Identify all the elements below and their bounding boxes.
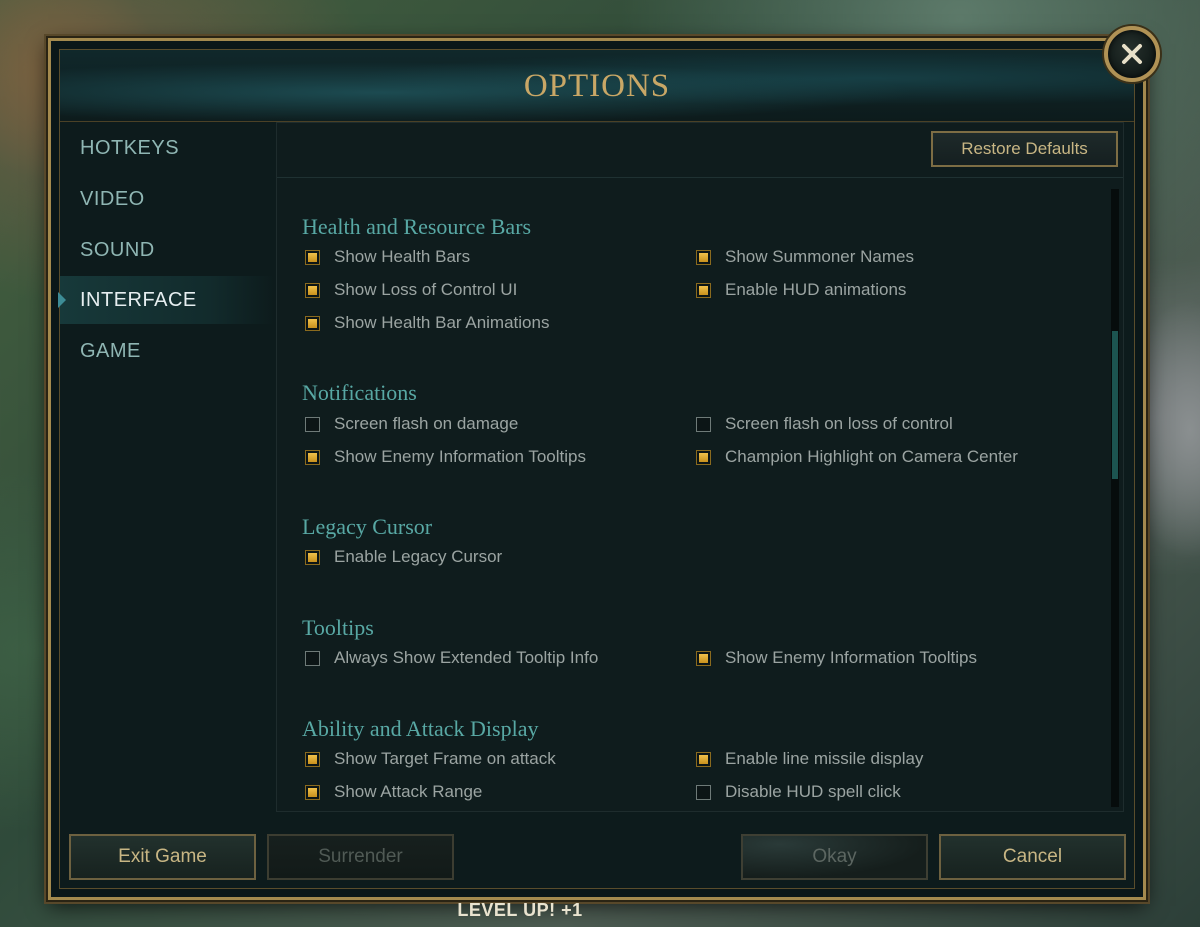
option-show-summoner-names[interactable]: Show Summoner Names [696, 245, 914, 269]
option-label: Show Health Bar Animations [334, 313, 550, 332]
okay-button[interactable]: Okay [741, 834, 928, 880]
checkbox[interactable] [696, 416, 711, 432]
option-label: Enable line missile display [725, 749, 924, 768]
level-up-indicator: LEVEL UP! +1 [457, 900, 583, 920]
option-always-show-extended-tooltip[interactable]: Always Show Extended Tooltip Info [305, 646, 598, 670]
sidebar-item-hotkeys[interactable]: HOTKEYS [60, 124, 274, 172]
checkbox[interactable] [305, 249, 320, 265]
option-show-loss-of-control-ui[interactable]: Show Loss of Control UI [305, 278, 517, 302]
option-disable-hud-spell-click[interactable]: Disable HUD spell click [696, 780, 901, 804]
sidebar-item-interface[interactable]: INTERFACE [58, 276, 274, 324]
cancel-button[interactable]: Cancel [939, 834, 1126, 880]
checkbox[interactable] [305, 751, 320, 767]
option-label: Show Target Frame on attack [334, 749, 556, 768]
option-label: Enable HUD animations [725, 280, 907, 299]
options-sidebar: HOTKEYS VIDEO SOUND INTERFACE GAME [58, 122, 274, 812]
checkbox[interactable] [696, 650, 711, 666]
section-title-health-bars: Health and Resource Bars [302, 214, 532, 239]
options-header: OPTIONS [60, 50, 1134, 122]
exit-game-button[interactable]: Exit Game [69, 834, 256, 880]
checkbox[interactable] [305, 549, 320, 565]
checkbox[interactable] [696, 282, 711, 298]
option-label: Always Show Extended Tooltip Info [334, 648, 599, 667]
arrow-right-icon [58, 292, 66, 308]
checkbox[interactable] [696, 449, 711, 465]
sidebar-item-sound[interactable]: SOUND [60, 226, 274, 274]
restore-defaults-button[interactable]: Restore Defaults [931, 131, 1118, 167]
option-champion-highlight-camera-center[interactable]: Champion Highlight on Camera Center [696, 445, 1018, 469]
surrender-button[interactable]: Surrender [267, 834, 454, 880]
section-title-legacy-cursor: Legacy Cursor [302, 514, 433, 539]
scrollbar-thumb[interactable] [1112, 331, 1118, 479]
checkbox[interactable] [305, 416, 320, 432]
option-show-target-frame-on-attack[interactable]: Show Target Frame on attack [305, 747, 556, 771]
option-screen-flash-on-loss-of-control[interactable]: Screen flash on loss of control [696, 412, 953, 436]
option-label: Champion Highlight on Camera Center [725, 447, 1018, 466]
option-label: Disable HUD spell click [725, 782, 901, 801]
section-title-notifications: Notifications [302, 380, 417, 405]
option-enable-hud-animations[interactable]: Enable HUD animations [696, 278, 906, 302]
option-enable-legacy-cursor[interactable]: Enable Legacy Cursor [305, 545, 502, 569]
checkbox[interactable] [696, 249, 711, 265]
sidebar-item-game[interactable]: GAME [60, 327, 274, 375]
option-label: Screen flash on loss of control [725, 414, 953, 433]
option-label: Enable Legacy Cursor [334, 547, 503, 566]
scrollbar[interactable] [1111, 189, 1119, 807]
divider [277, 177, 1123, 178]
option-show-health-bar-animations[interactable]: Show Health Bar Animations [305, 311, 549, 335]
option-screen-flash-on-damage[interactable]: Screen flash on damage [305, 412, 518, 436]
option-label: Show Enemy Information Tooltips [334, 447, 586, 466]
sidebar-item-label: INTERFACE [80, 289, 197, 311]
checkbox[interactable] [305, 449, 320, 465]
option-tooltips-show-enemy-information[interactable]: Show Enemy Information Tooltips [696, 646, 977, 670]
option-show-enemy-information-tooltips[interactable]: Show Enemy Information Tooltips [305, 445, 586, 469]
checkbox[interactable] [696, 784, 711, 800]
checkbox[interactable] [305, 784, 320, 800]
option-show-attack-range[interactable]: Show Attack Range [305, 780, 482, 804]
section-title-tooltips: Tooltips [302, 615, 374, 640]
option-enable-line-missile-display[interactable]: Enable line missile display [696, 747, 923, 771]
interface-settings-panel: Restore Defaults Health and Resource Bar… [276, 122, 1124, 812]
option-label: Show Summoner Names [725, 247, 914, 266]
close-button[interactable] [1104, 26, 1160, 82]
option-label: Show Loss of Control UI [334, 280, 518, 299]
section-title-ability-attack-display: Ability and Attack Display [302, 716, 539, 741]
checkbox[interactable] [305, 282, 320, 298]
option-label: Show Health Bars [334, 247, 471, 266]
option-label: Show Enemy Information Tooltips [725, 648, 977, 667]
checkbox[interactable] [696, 751, 711, 767]
checkbox[interactable] [305, 650, 320, 666]
option-label: Show Attack Range [334, 782, 483, 801]
option-label: Screen flash on damage [334, 414, 519, 433]
option-show-health-bars[interactable]: Show Health Bars [305, 245, 470, 269]
page-title: OPTIONS [523, 68, 671, 104]
close-icon [1122, 44, 1142, 64]
checkbox[interactable] [305, 315, 320, 331]
sidebar-item-video[interactable]: VIDEO [60, 175, 274, 223]
